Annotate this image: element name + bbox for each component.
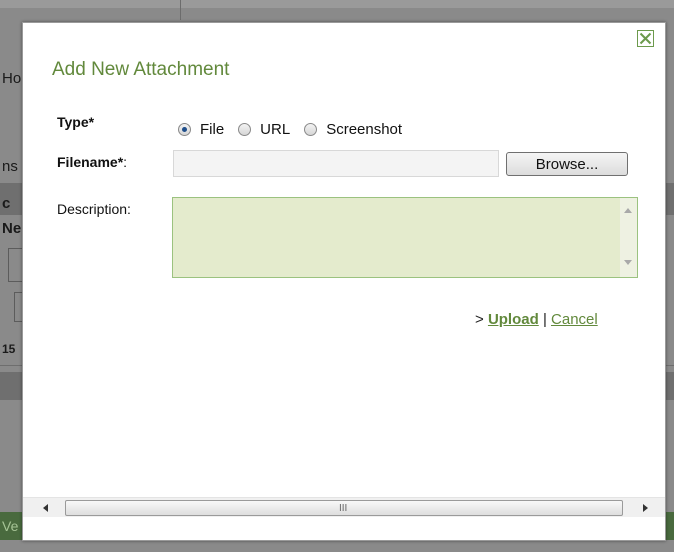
radio-button-screenshot[interactable] xyxy=(304,122,318,136)
action-separator: | xyxy=(538,311,552,328)
add-attachment-dialog: Add New Attachment Type* File URL Screen… xyxy=(22,22,666,541)
bg-divider xyxy=(180,0,181,20)
radio-label-url: URL xyxy=(260,120,291,138)
radio-option-file[interactable]: File xyxy=(178,121,224,138)
close-icon xyxy=(639,32,652,45)
bg-text-fragment: Ve xyxy=(2,518,19,534)
close-button[interactable] xyxy=(637,30,654,47)
dialog-actions: > Upload | Cancel xyxy=(475,311,598,328)
type-label: Type* xyxy=(57,114,95,130)
scroll-up-arrow-icon[interactable] xyxy=(624,208,632,213)
filename-label-text: Filename* xyxy=(57,154,124,170)
bg-text-fragment: 15 xyxy=(2,342,16,356)
scrollbar-thumb[interactable]: III xyxy=(65,500,623,516)
filename-label-colon: : xyxy=(123,154,128,170)
description-label: Description: xyxy=(57,201,131,217)
radio-button-file[interactable] xyxy=(178,122,191,136)
bg-text-fragment: c xyxy=(2,195,11,212)
scroll-right-arrow-icon[interactable] xyxy=(643,504,648,512)
radio-selected-dot xyxy=(182,126,187,132)
upload-link[interactable]: Upload xyxy=(488,311,539,328)
radio-label-screenshot: Screenshot xyxy=(326,120,403,138)
bg-text-fragment: ns xyxy=(2,158,18,175)
radio-option-url[interactable]: URL xyxy=(238,121,290,138)
type-radio-group: File URL Screenshot xyxy=(178,119,416,139)
filename-input[interactable] xyxy=(173,150,499,177)
scroll-left-arrow-icon[interactable] xyxy=(43,504,48,512)
filename-label: Filename*: xyxy=(57,154,127,170)
dialog-title: Add New Attachment xyxy=(52,59,230,80)
cancel-link[interactable]: Cancel xyxy=(551,311,598,328)
scrollbar-grip-icon: III xyxy=(339,503,348,514)
action-prefix: > xyxy=(475,311,488,328)
description-textarea[interactable] xyxy=(172,197,638,278)
description-scrollbar[interactable] xyxy=(620,198,637,277)
radio-button-url[interactable] xyxy=(238,122,252,136)
bg-top-bar xyxy=(0,0,674,8)
browse-button[interactable]: Browse... xyxy=(506,152,628,176)
radio-label-file: File xyxy=(200,120,225,138)
bg-text-fragment: Ne xyxy=(2,220,22,237)
radio-option-screenshot[interactable]: Screenshot xyxy=(304,121,402,138)
scroll-down-arrow-icon[interactable] xyxy=(624,260,632,265)
horizontal-scrollbar[interactable]: III xyxy=(23,497,665,517)
bg-text-fragment: Ho xyxy=(2,70,22,87)
